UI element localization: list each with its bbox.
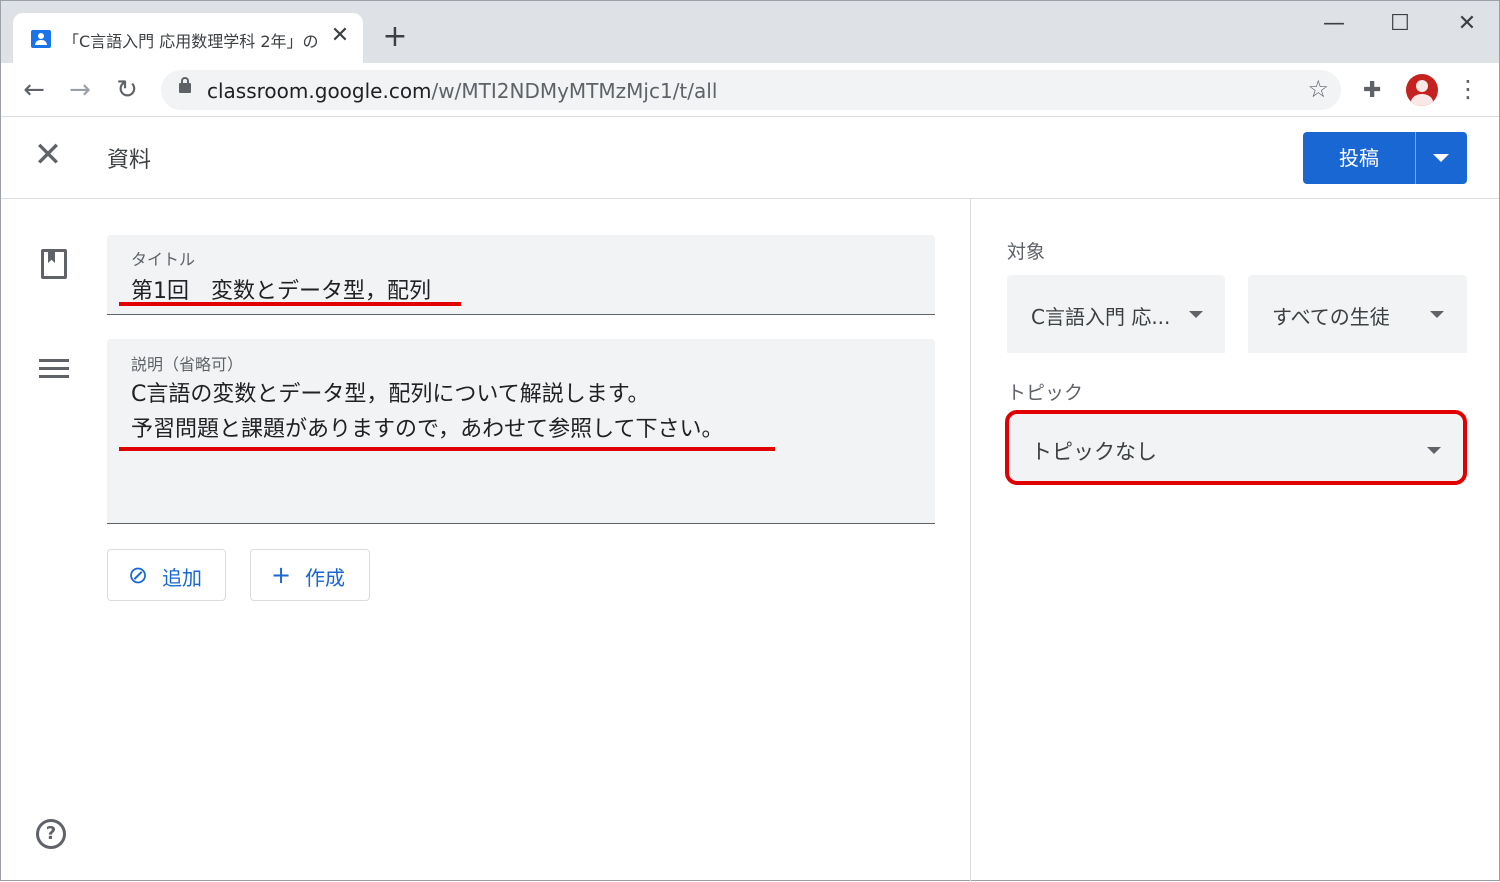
students-select[interactable]: すべての生徒 <box>1248 275 1467 353</box>
topic-select-value: トピックなし <box>1031 440 1157 464</box>
post-button[interactable]: 投稿 <box>1303 132 1415 184</box>
browser-window: 「C言語入門 応用数理学科 2年」の ✕ + — ☐ ✕ ← → ↻ class… <box>0 0 1500 882</box>
panel-divider <box>970 199 971 882</box>
target-label: 対象 <box>1007 241 1046 263</box>
forward-icon[interactable]: → <box>65 75 95 105</box>
tab-title: 「C言語入門 応用数理学科 2年」の <box>63 32 319 51</box>
description-field[interactable]: 説明（省略可） C言語の変数とデータ型，配列について解説します。 予習問題と課題… <box>107 339 935 524</box>
window-close-icon[interactable]: ✕ <box>1452 9 1482 39</box>
app-header: ✕ 資料 投稿 <box>1 118 1499 199</box>
address-bar[interactable]: classroom.google.com/w/MTI2NDMyMTMzMjc1/… <box>161 70 1341 110</box>
browser-toolbar: ← → ↻ classroom.google.com/w/MTI2NDMyMTM… <box>1 63 1499 117</box>
url-text: classroom.google.com/w/MTI2NDMyMTMzMjc1/… <box>207 79 717 103</box>
title-field-label: タイトル <box>131 250 196 269</box>
chevron-down-icon <box>1427 447 1441 454</box>
reload-icon[interactable]: ↻ <box>112 75 142 105</box>
description-line-2: 予習問題と課題がありますので，あわせて参照して下さい。 <box>131 417 724 442</box>
browser-tab[interactable]: 「C言語入門 応用数理学科 2年」の ✕ <box>13 13 363 63</box>
url-host: classroom.google.com <box>207 79 432 103</box>
close-icon[interactable]: ✕ <box>31 138 65 172</box>
url-path: /w/MTI2NDMyMTMzMjc1/t/all <box>431 79 718 103</box>
lock-icon <box>179 77 191 93</box>
post-options-chevron-down-icon[interactable] <box>1433 154 1449 162</box>
description-field-label: 説明（省略可） <box>131 355 244 374</box>
topic-label: トピック <box>1007 382 1084 404</box>
new-tab-icon[interactable]: + <box>381 22 409 52</box>
title-field-value: 第1回 変数とデータ型，配列 <box>131 279 431 304</box>
chevron-down-icon <box>1430 311 1444 318</box>
title-bookmark-icon <box>41 249 67 279</box>
topic-select[interactable]: トピックなし <box>1005 410 1467 485</box>
class-select[interactable]: C言語入門 応... <box>1007 275 1225 353</box>
attach-button[interactable]: ⊘ 追加 <box>107 549 226 601</box>
classroom-favicon-icon <box>31 30 51 48</box>
create-button[interactable]: + 作成 <box>250 549 370 601</box>
tab-close-icon[interactable]: ✕ <box>329 25 351 47</box>
post-button-group: 投稿 <box>1303 132 1467 184</box>
class-select-value: C言語入門 応... <box>1031 305 1171 329</box>
help-icon[interactable]: ? <box>36 819 66 849</box>
browser-menu-icon[interactable]: ⋮ <box>1456 75 1480 103</box>
description-line-1: C言語の変数とデータ型，配列について解説します。 <box>131 382 650 407</box>
students-select-value: すべての生徒 <box>1272 305 1390 329</box>
create-button-label: 作成 <box>305 566 345 590</box>
paperclip-icon: ⊘ <box>128 561 149 589</box>
description-lines-icon <box>39 359 69 379</box>
extensions-icon[interactable]: ✚ <box>1363 78 1381 103</box>
page-title: 資料 <box>107 148 152 173</box>
description-highlight-underline <box>119 447 775 451</box>
bookmark-star-icon[interactable]: ☆ <box>1307 75 1329 103</box>
maximize-icon[interactable]: ☐ <box>1385 9 1415 39</box>
chevron-down-icon <box>1189 311 1203 318</box>
tab-strip: 「C言語入門 応用数理学科 2年」の ✕ + — ☐ ✕ <box>1 1 1499 63</box>
attach-button-label: 追加 <box>162 566 202 590</box>
post-button-divider <box>1415 132 1416 184</box>
title-highlight-underline <box>119 302 461 306</box>
plus-icon: + <box>271 561 292 589</box>
minimize-icon[interactable]: — <box>1319 9 1349 39</box>
profile-avatar[interactable] <box>1406 74 1438 106</box>
back-icon[interactable]: ← <box>19 75 49 105</box>
